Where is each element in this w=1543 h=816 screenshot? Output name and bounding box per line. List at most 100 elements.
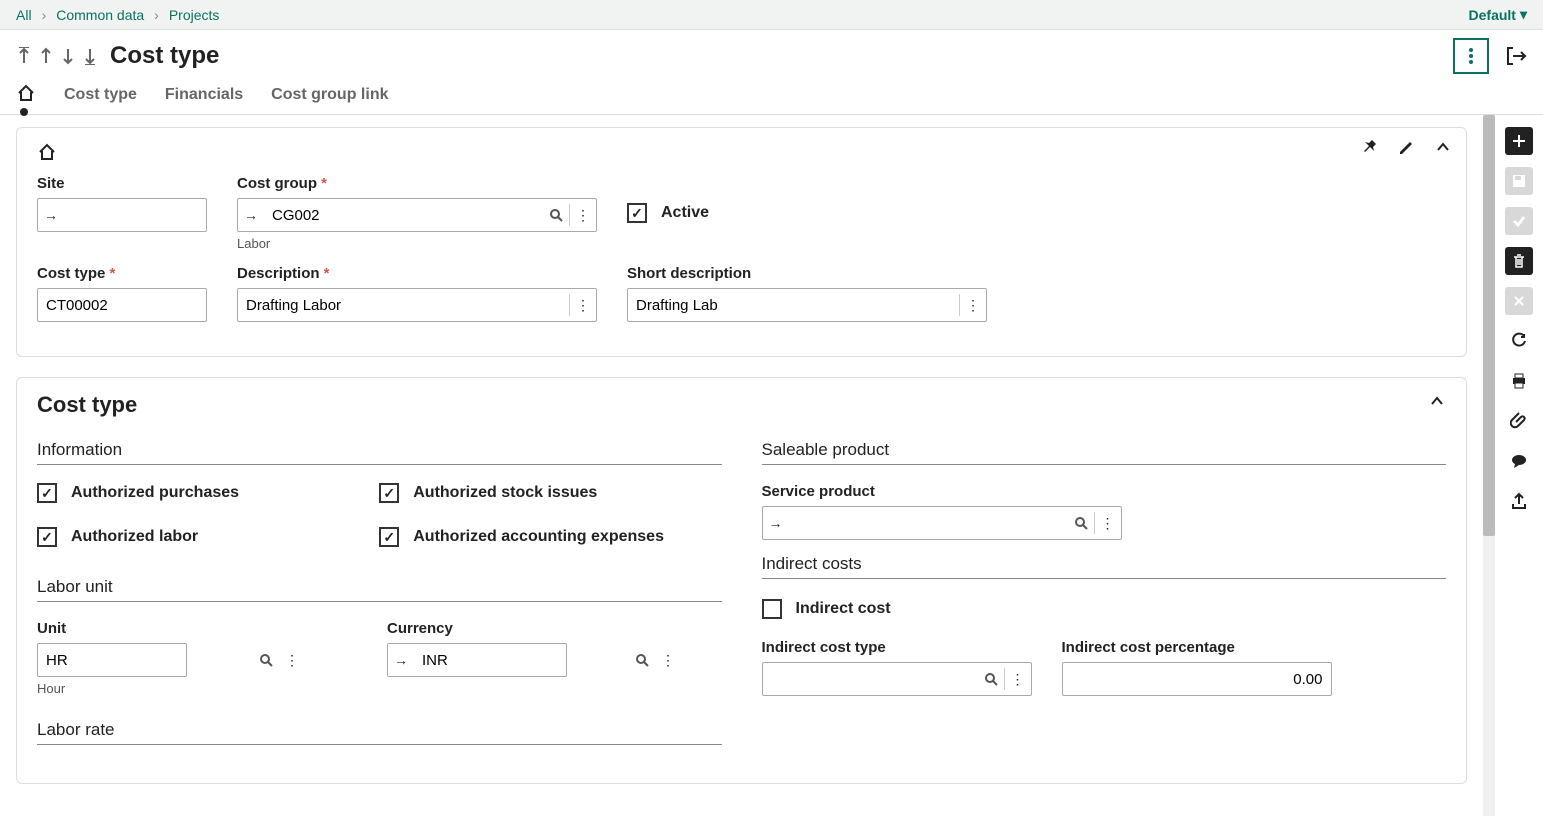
tab-cost-type[interactable]: Cost type xyxy=(64,82,137,108)
confirm-button[interactable] xyxy=(1505,207,1533,235)
indirect-pct-input-wrap xyxy=(1062,662,1332,696)
dots-vertical-icon[interactable]: ⋮ xyxy=(960,297,986,314)
chevron-up-icon[interactable] xyxy=(1434,138,1452,156)
dots-vertical-icon xyxy=(1469,47,1473,65)
attach-button[interactable] xyxy=(1505,407,1533,435)
left-column: Information Authorized purchases Authori… xyxy=(37,434,722,763)
home-tab[interactable] xyxy=(16,83,36,108)
auth-stock-checkbox[interactable] xyxy=(379,483,399,503)
search-icon[interactable] xyxy=(629,653,655,667)
auth-labor-label: Authorized labor xyxy=(71,528,198,546)
cost-type-label: Cost type xyxy=(37,265,207,282)
dots-vertical-icon[interactable]: ⋮ xyxy=(570,297,596,314)
exit-icon[interactable] xyxy=(1505,45,1527,67)
indirect-pct-input[interactable] xyxy=(1063,663,1331,695)
breadcrumb-bar: All › Common data › Projects Default ▾ xyxy=(0,0,1543,30)
home-icon xyxy=(16,83,36,103)
save-button[interactable] xyxy=(1505,167,1533,195)
indirect-costs-title: Indirect costs xyxy=(762,554,1447,579)
scrollbar-thumb[interactable] xyxy=(1483,115,1495,536)
description-input-wrap: ⋮ xyxy=(237,288,597,322)
add-button[interactable] xyxy=(1505,127,1533,155)
service-product-label: Service product xyxy=(762,483,1122,500)
indirect-cost-type-input-wrap: ⋮ xyxy=(762,662,1032,696)
breadcrumb-common-data[interactable]: Common data xyxy=(56,7,144,23)
information-title: Information xyxy=(37,440,722,465)
breadcrumb-projects[interactable]: Projects xyxy=(169,7,220,23)
export-button[interactable] xyxy=(1505,487,1533,515)
title-bar: Cost type xyxy=(0,30,1543,82)
saleable-title: Saleable product xyxy=(762,440,1447,465)
scrollbar[interactable] xyxy=(1483,115,1495,816)
indirect-cost-checkbox[interactable] xyxy=(762,599,782,619)
breadcrumb: All › Common data › Projects xyxy=(16,7,219,23)
site-label: Site xyxy=(37,175,207,192)
dots-vertical-icon[interactable]: ⋮ xyxy=(655,652,681,669)
delete-button[interactable] xyxy=(1505,247,1533,275)
goto-icon[interactable]: → xyxy=(38,207,64,223)
content-area: Site → ⋮ Cost group → xyxy=(0,115,1483,816)
goto-icon[interactable]: → xyxy=(388,652,414,668)
chevron-right-icon: › xyxy=(42,7,47,23)
auth-acct-checkbox[interactable] xyxy=(379,527,399,547)
dots-vertical-icon[interactable]: ⋮ xyxy=(1005,671,1031,688)
active-checkbox[interactable] xyxy=(627,203,647,223)
cost-group-input[interactable] xyxy=(264,199,543,231)
auth-labor-checkbox[interactable] xyxy=(37,527,57,547)
cost-type-panel: Cost type Information Authorized purchas… xyxy=(16,377,1467,784)
nav-arrows xyxy=(16,47,98,65)
indirect-cost-label: Indirect cost xyxy=(796,600,891,618)
description-input[interactable] xyxy=(238,289,569,321)
default-dropdown[interactable]: Default ▾ xyxy=(1469,6,1527,23)
currency-label: Currency xyxy=(387,620,567,637)
auth-purchases-checkbox[interactable] xyxy=(37,483,57,503)
search-icon[interactable] xyxy=(543,208,569,222)
search-icon[interactable] xyxy=(1068,516,1094,530)
tab-financials[interactable]: Financials xyxy=(165,82,243,108)
goto-icon[interactable]: → xyxy=(763,515,789,531)
chevron-up-icon[interactable] xyxy=(1428,392,1446,410)
indirect-cost-type-input[interactable] xyxy=(763,663,978,695)
unit-helper: Hour xyxy=(37,681,187,696)
right-column: Saleable product Service product → ⋮ Ind… xyxy=(762,434,1447,763)
next-record-icon[interactable] xyxy=(60,47,76,65)
refresh-button[interactable] xyxy=(1505,327,1533,355)
service-product-input[interactable] xyxy=(789,507,1068,539)
auth-acct-label: Authorized accounting expenses xyxy=(413,528,664,546)
prev-record-icon[interactable] xyxy=(38,47,54,65)
auth-purchases-label: Authorized purchases xyxy=(71,484,239,502)
last-record-icon[interactable] xyxy=(82,47,98,65)
dots-vertical-icon[interactable]: ⋮ xyxy=(1095,515,1121,532)
cost-group-label: Cost group xyxy=(237,175,597,192)
active-label: Active xyxy=(661,204,709,222)
goto-icon[interactable]: → xyxy=(238,207,264,223)
search-icon[interactable] xyxy=(253,653,279,667)
short-desc-input-wrap: ⋮ xyxy=(627,288,987,322)
tabs-row: Cost type Financials Cost group link xyxy=(0,82,1543,115)
unit-label: Unit xyxy=(37,620,187,637)
cost-type-input[interactable] xyxy=(38,289,253,321)
page-title: Cost type xyxy=(110,42,219,70)
breadcrumb-all[interactable]: All xyxy=(16,7,32,23)
currency-input[interactable] xyxy=(414,644,629,676)
short-desc-input[interactable] xyxy=(628,289,959,321)
dots-vertical-icon[interactable]: ⋮ xyxy=(570,207,596,224)
more-actions-button[interactable] xyxy=(1453,38,1489,74)
dots-vertical-icon[interactable]: ⋮ xyxy=(279,652,305,669)
search-icon[interactable] xyxy=(978,672,1004,686)
unit-input[interactable] xyxy=(38,644,253,676)
service-product-input-wrap: → ⋮ xyxy=(762,506,1122,540)
edit-icon[interactable] xyxy=(1398,138,1416,156)
cancel-button[interactable] xyxy=(1505,287,1533,315)
cost-group-input-wrap: → ⋮ xyxy=(237,198,597,232)
unit-input-wrap: ⋮ xyxy=(37,643,187,677)
home-icon xyxy=(37,142,57,162)
pin-icon[interactable] xyxy=(1362,138,1380,156)
print-button[interactable] xyxy=(1505,367,1533,395)
cost-type-input-wrap xyxy=(37,288,207,322)
first-record-icon[interactable] xyxy=(16,47,32,65)
tab-cost-group-link[interactable]: Cost group link xyxy=(271,82,388,108)
default-label: Default xyxy=(1469,7,1516,23)
comment-button[interactable] xyxy=(1505,447,1533,475)
currency-input-wrap: → ⋮ xyxy=(387,643,567,677)
